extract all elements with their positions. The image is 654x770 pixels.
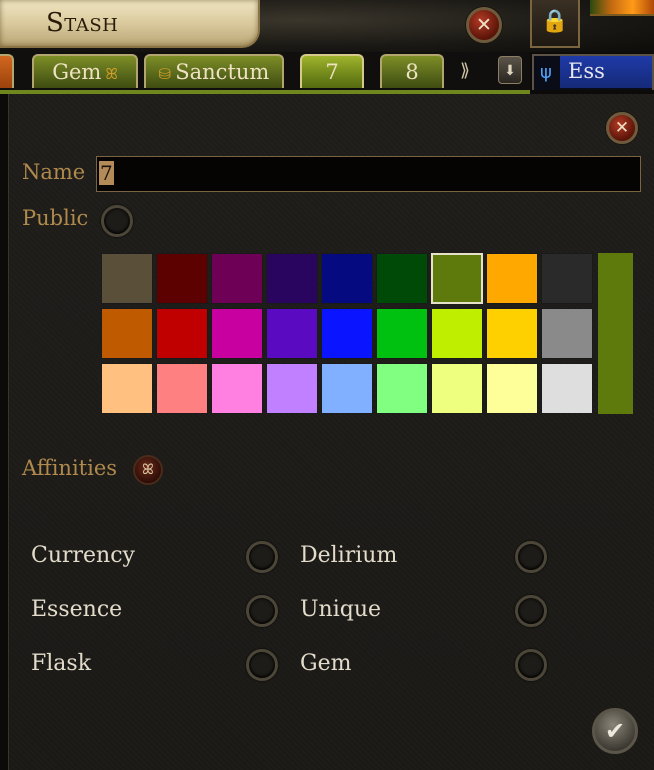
affinity-label-currency: Currency <box>31 543 135 568</box>
affinity-icon: ꕤ <box>133 455 163 485</box>
affinity-toggle-essence[interactable] <box>246 595 278 627</box>
affinity-label-gem: Gem <box>300 651 352 676</box>
selected-color-preview <box>598 253 633 414</box>
color-swatch[interactable] <box>541 253 593 304</box>
color-swatch[interactable] <box>321 363 373 414</box>
color-swatch[interactable] <box>321 308 373 359</box>
tab-7[interactable]: 7 <box>300 54 364 88</box>
coin-stack-icon: ⛁ <box>158 65 172 83</box>
color-swatch[interactable] <box>486 363 538 414</box>
tab-name-input[interactable]: 7 <box>96 156 641 192</box>
color-swatch[interactable] <box>376 253 428 304</box>
color-palette <box>101 253 637 414</box>
name-label: Name <box>22 160 86 184</box>
tab-label: 8 <box>405 60 419 84</box>
color-swatch[interactable] <box>266 253 318 304</box>
chevron-down-icon[interactable]: ⬇ <box>498 56 522 84</box>
color-swatch[interactable] <box>431 363 483 414</box>
affinity-label-flask: Flask <box>31 651 92 676</box>
color-swatch[interactable] <box>156 253 208 304</box>
color-swatch[interactable] <box>376 308 428 359</box>
color-swatch[interactable] <box>211 253 263 304</box>
affinities-label: Affinities <box>22 456 118 480</box>
affinity-icon: ꕤ <box>105 65 118 83</box>
flame-decoration <box>590 0 654 16</box>
color-swatch[interactable] <box>431 253 483 304</box>
tab-sanctum[interactable]: ⛁ Sanctum <box>144 54 284 88</box>
color-swatch[interactable] <box>486 253 538 304</box>
tab-partial-orange[interactable] <box>0 54 14 88</box>
tab-label: Sanctum <box>175 60 270 84</box>
public-label: Public <box>22 206 89 230</box>
public-checkbox[interactable] <box>101 205 133 237</box>
color-swatch[interactable] <box>156 308 208 359</box>
tab-essence[interactable]: ψ Ess <box>532 54 654 90</box>
affinity-label-essence: Essence <box>31 597 123 622</box>
checkmark-icon[interactable]: ✔ <box>592 708 638 754</box>
tab-label: Gem <box>52 60 102 84</box>
name-input-value: 7 <box>99 161 114 185</box>
tab-gem[interactable]: Gem ꕤ <box>32 54 138 88</box>
color-swatch[interactable] <box>541 363 593 414</box>
affinity-toggle-delirium[interactable] <box>515 541 547 573</box>
color-swatch[interactable] <box>101 253 153 304</box>
color-swatch[interactable] <box>431 308 483 359</box>
color-swatch[interactable] <box>321 253 373 304</box>
affinity-toggle-unique[interactable] <box>515 595 547 627</box>
close-icon[interactable]: ✕ <box>466 7 502 43</box>
essence-icon: ψ <box>540 62 552 83</box>
color-swatch[interactable] <box>486 308 538 359</box>
color-swatch[interactable] <box>266 308 318 359</box>
affinity-label-delirium: Delirium <box>300 543 398 568</box>
panel-close-icon[interactable]: ✕ <box>606 112 638 144</box>
arrow-right-icon[interactable]: ⟫ <box>452 56 478 86</box>
tab-label: 7 <box>325 60 339 84</box>
color-swatch[interactable] <box>266 363 318 414</box>
affinity-toggle-gem[interactable] <box>515 649 547 681</box>
stash-title-plate: Stash <box>0 0 260 48</box>
color-swatch[interactable] <box>156 363 208 414</box>
color-swatch[interactable] <box>101 363 153 414</box>
color-swatch[interactable] <box>541 308 593 359</box>
tab-label: Ess <box>568 59 605 83</box>
color-swatch[interactable] <box>211 363 263 414</box>
affinity-toggle-flask[interactable] <box>246 649 278 681</box>
color-swatch[interactable] <box>211 308 263 359</box>
stash-title: Stash <box>46 8 119 38</box>
color-swatch[interactable] <box>101 308 153 359</box>
affinity-label-unique: Unique <box>300 597 382 622</box>
lock-icon[interactable]: 🔒 <box>530 0 580 48</box>
color-swatch[interactable] <box>376 363 428 414</box>
affinity-toggle-currency[interactable] <box>246 541 278 573</box>
tab-8[interactable]: 8 <box>380 54 444 88</box>
